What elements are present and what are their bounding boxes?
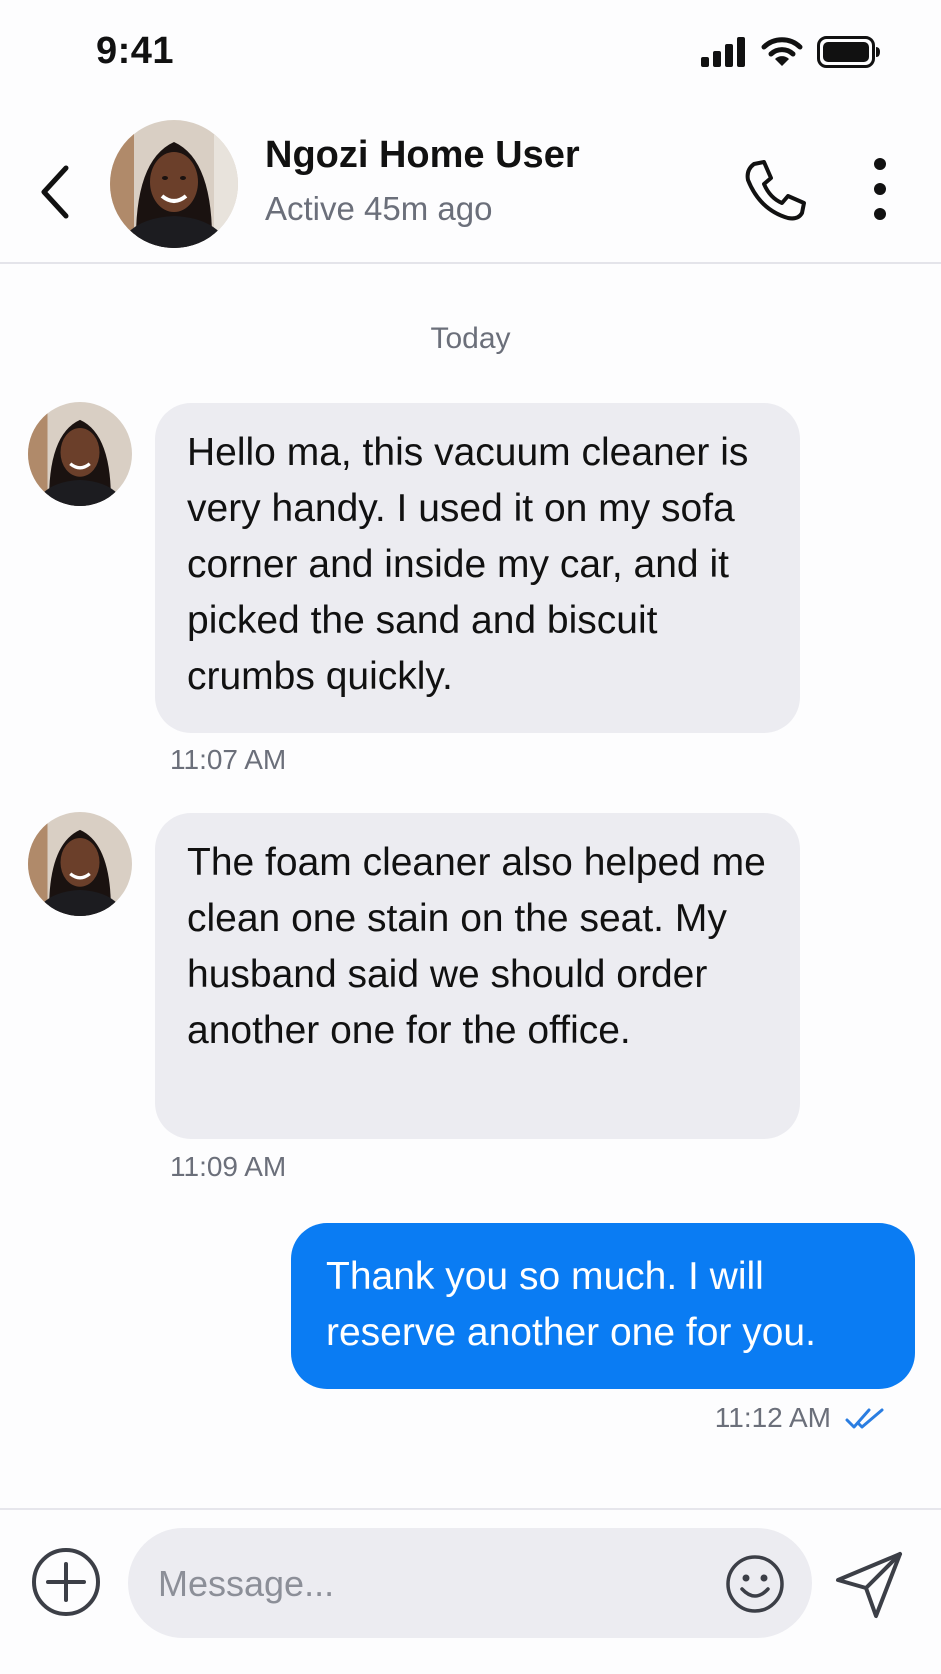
message-text: Hello ma, this vacuum cleaner is very ha… <box>187 431 749 698</box>
message-bubble-incoming[interactable]: Hello ma, this vacuum cleaner is very ha… <box>155 403 800 733</box>
phone-icon <box>745 160 806 221</box>
emoji-button[interactable] <box>724 1553 786 1615</box>
date-separator: Today <box>430 322 511 355</box>
contact-avatar[interactable] <box>110 120 238 248</box>
double-check-icon <box>845 1408 884 1429</box>
contact-name: Ngozi Home User <box>265 134 580 176</box>
message-composer <box>0 1508 941 1674</box>
message-timestamp: 11:12 AM <box>714 1402 831 1433</box>
call-button[interactable] <box>740 156 810 226</box>
avatar-photo <box>28 402 132 506</box>
chevron-left-icon <box>41 165 69 219</box>
message-input[interactable] <box>156 1528 700 1640</box>
message-text: The foam cleaner also helped me clean on… <box>187 841 766 1052</box>
signal-icon <box>701 37 745 67</box>
message-avatar[interactable] <box>28 812 132 916</box>
message-text: Thank you so much. I will reserve anothe… <box>326 1255 816 1354</box>
contact-presence: Active 45m ago <box>265 190 493 227</box>
attach-button[interactable] <box>30 1546 102 1618</box>
send-button[interactable] <box>832 1548 906 1622</box>
message-input-container <box>128 1528 812 1640</box>
more-options-button[interactable] <box>860 154 900 224</box>
message-avatar[interactable] <box>28 402 132 506</box>
more-vertical-icon <box>874 158 886 220</box>
message-bubble-outgoing[interactable]: Thank you so much. I will reserve anothe… <box>291 1223 915 1389</box>
smiley-icon <box>726 1555 784 1613</box>
message-timestamp: 11:09 AM <box>170 1151 287 1182</box>
chat-header: Ngozi Home User Active 45m ago <box>0 110 941 264</box>
back-button[interactable] <box>36 160 76 224</box>
status-time: 9:41 <box>96 30 175 72</box>
avatar-photo <box>110 120 238 248</box>
message-timestamp: 11:07 AM <box>170 744 287 775</box>
status-bar: 9:41 <box>0 0 941 100</box>
battery-icon <box>817 36 880 68</box>
send-icon <box>836 1552 902 1618</box>
outgoing-meta: 11:12 AM <box>715 1402 885 1434</box>
message-bubble-incoming[interactable]: The foam cleaner also helped me clean on… <box>155 813 800 1139</box>
avatar-photo <box>28 812 132 916</box>
status-icons <box>701 36 881 68</box>
wifi-icon <box>761 37 803 66</box>
plus-circle-icon <box>32 1548 100 1616</box>
